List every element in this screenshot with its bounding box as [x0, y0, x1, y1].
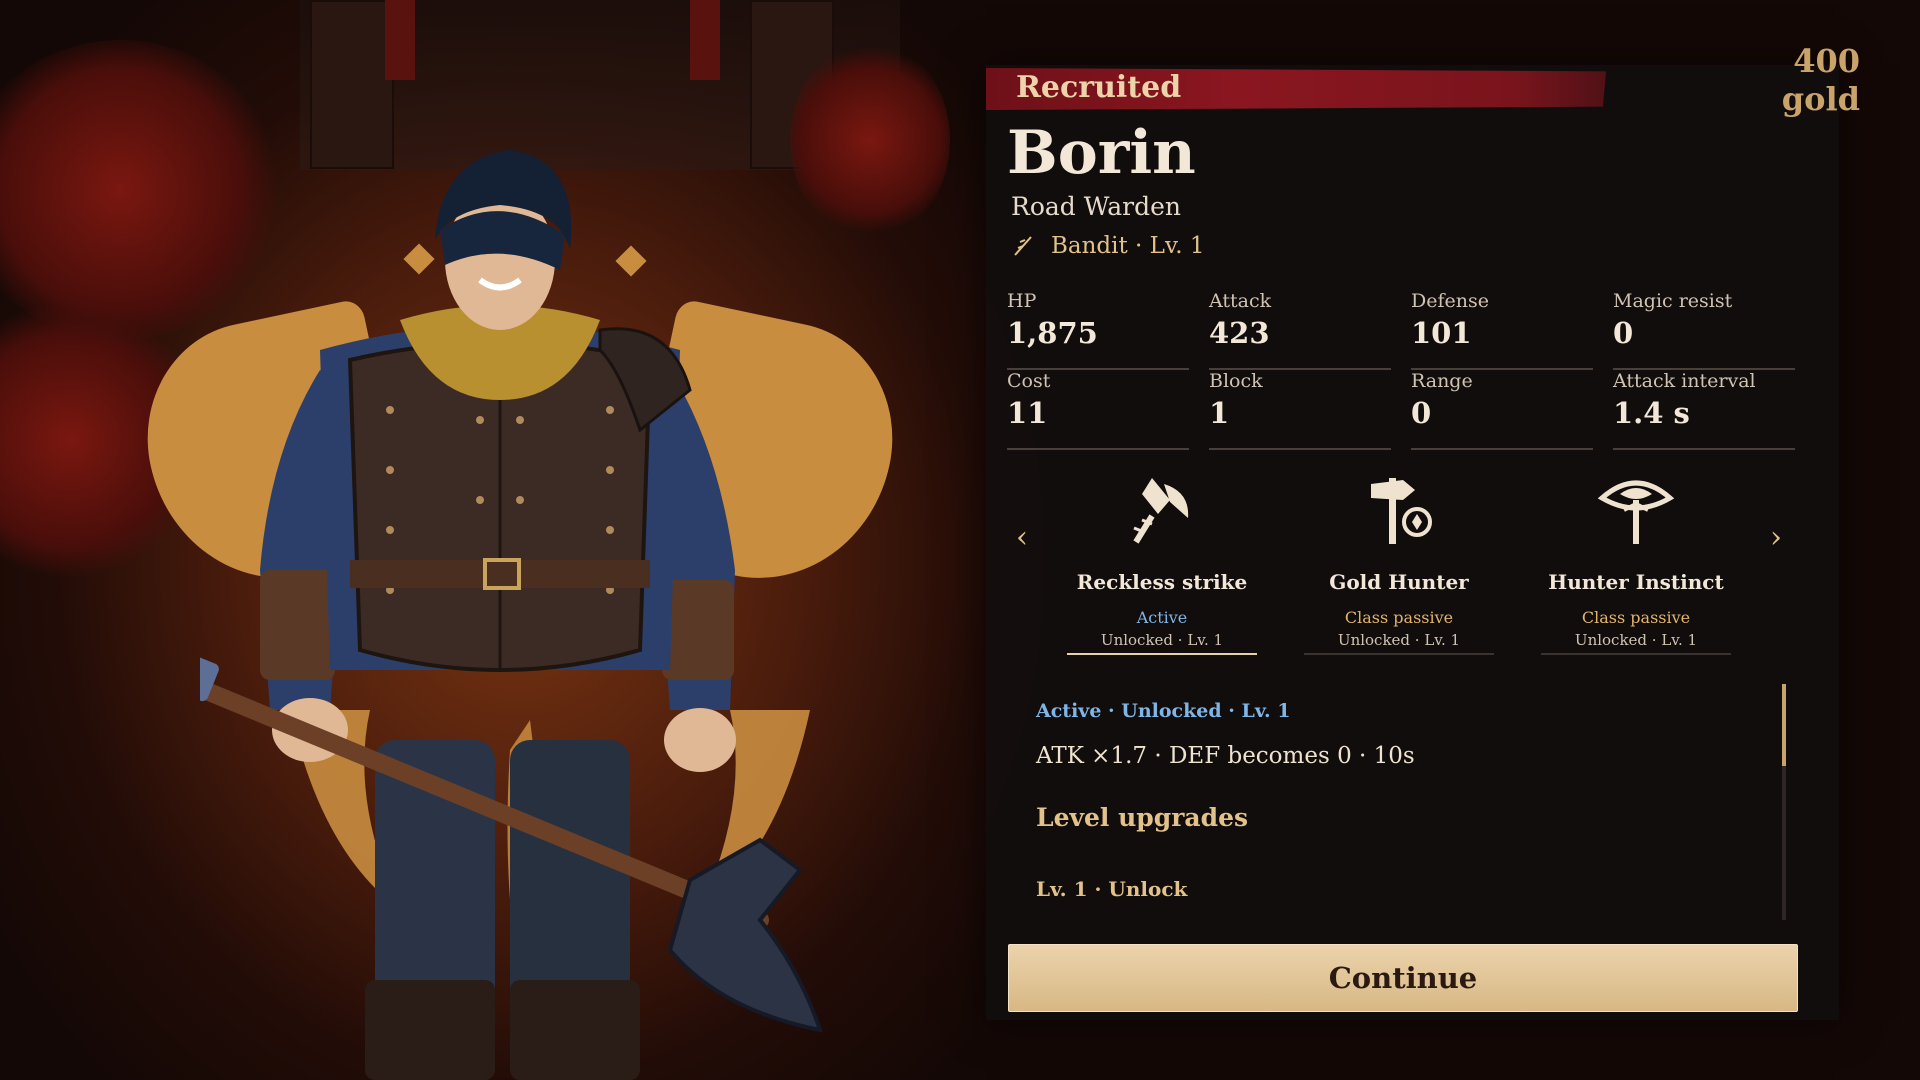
unit-class: Bandit · Lv. 1	[1011, 233, 1204, 259]
unit-class-label: Bandit · Lv. 1	[1051, 233, 1205, 259]
stat-attack: Attack 423	[1209, 290, 1391, 370]
skill-type: Class passive	[1344, 608, 1454, 627]
broken-axe-icon	[1133, 478, 1189, 544]
stat-value: 1.4 s	[1613, 396, 1690, 430]
level-upgrades-title: Level upgrades	[1036, 803, 1249, 832]
stat-value: 101	[1411, 316, 1472, 350]
gold-counter: 400 gold	[1781, 42, 1860, 118]
detail-scrollbar-thumb[interactable]	[1782, 684, 1786, 766]
skill-detail-header: Active · Unlocked · Lv. 1	[1036, 700, 1291, 722]
level-upgrade-entry: Lv. 1 · Unlock	[1036, 877, 1188, 901]
unit-title: Road Warden	[1011, 192, 1182, 221]
stat-defense: Defense 101	[1411, 290, 1593, 370]
stats-grid: HP 1,875 Attack 423 Defense 101 Magic re…	[1007, 290, 1795, 450]
stat-label: Range	[1411, 370, 1473, 392]
stat-block: Block 1	[1209, 370, 1391, 450]
stat-value: 0	[1411, 396, 1432, 430]
skill-name: Reckless strike	[1076, 570, 1248, 594]
stat-value: 1	[1209, 396, 1230, 430]
hanging-banner	[690, 0, 720, 80]
stat-range: Range 0	[1411, 370, 1593, 450]
stat-magic-resist: Magic resist 0	[1613, 290, 1795, 370]
stat-label: Cost	[1007, 370, 1051, 392]
status-banner-label: Recruited	[1016, 70, 1182, 105]
skills-next-arrow[interactable]: ›	[1770, 520, 1782, 555]
stat-hp: HP 1,875	[1007, 290, 1189, 370]
sword-slash-icon	[1014, 236, 1032, 256]
skill-status: Unlocked · Lv. 1	[1067, 631, 1257, 655]
stat-value: 1,875	[1007, 316, 1098, 350]
stat-value: 11	[1007, 396, 1048, 430]
skill-name: Hunter Instinct	[1548, 570, 1724, 594]
stat-value: 0	[1613, 316, 1634, 350]
signpost-coin-icon	[1371, 478, 1432, 544]
continue-button[interactable]: Continue	[1008, 944, 1798, 1012]
stat-label: Block	[1209, 370, 1263, 392]
skill-card-hunter-instinct[interactable]: Hunter Instinct Class passive Unlocked ·…	[1541, 470, 1731, 655]
skill-name: Gold Hunter	[1329, 570, 1469, 594]
skills-prev-arrow[interactable]: ‹	[1016, 520, 1028, 555]
unit-name: Borin	[1007, 118, 1196, 188]
eye-post-icon	[1597, 480, 1675, 544]
pillar	[310, 0, 394, 169]
stat-attack-interval: Attack interval 1.4 s	[1613, 370, 1795, 450]
skill-type: Active	[1136, 608, 1188, 627]
stat-label: Attack interval	[1613, 370, 1756, 392]
stat-label: Defense	[1411, 290, 1489, 312]
stat-cost: Cost 11	[1007, 370, 1189, 450]
skill-detail-description: ATK ×1.7 · DEF becomes 0 · 10s	[1036, 743, 1415, 769]
skill-status: Unlocked · Lv. 1	[1541, 631, 1731, 655]
skill-card-reckless-strike[interactable]: Reckless strike Active Unlocked · Lv. 1	[1067, 470, 1257, 655]
stat-label: Magic resist	[1613, 290, 1733, 312]
character-portrait	[200, 150, 823, 1080]
skill-card-gold-hunter[interactable]: Gold Hunter Class passive Unlocked · Lv.…	[1304, 470, 1494, 655]
hanging-banner	[385, 0, 415, 80]
stat-label: HP	[1007, 290, 1037, 312]
skill-type: Class passive	[1581, 608, 1691, 627]
stat-label: Attack	[1209, 290, 1272, 312]
skill-status: Unlocked · Lv. 1	[1304, 631, 1494, 655]
stat-value: 423	[1209, 316, 1270, 350]
